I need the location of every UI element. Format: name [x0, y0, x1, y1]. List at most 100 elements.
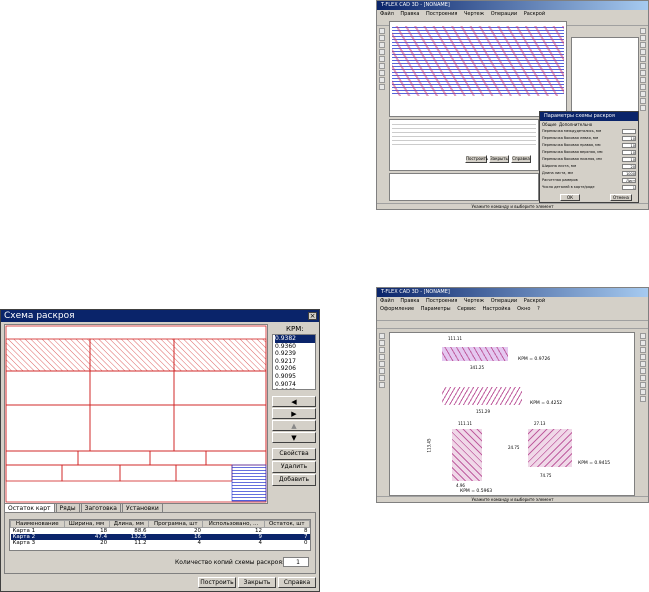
- cancel-button[interactable]: Отмена: [610, 194, 632, 201]
- tool-icon[interactable]: [640, 354, 646, 360]
- tool-icon[interactable]: [379, 368, 385, 374]
- menu-item[interactable]: Операции: [491, 298, 517, 304]
- build-button[interactable]: Построить: [465, 155, 488, 163]
- tool-icon[interactable]: [640, 375, 646, 381]
- column-header[interactable]: Использовано, ...: [202, 520, 265, 528]
- tool-icon[interactable]: [379, 63, 385, 69]
- tab-blank[interactable]: Заготовка: [80, 503, 121, 512]
- menu-item[interactable]: ?: [537, 306, 540, 312]
- tool-icon[interactable]: [379, 361, 385, 367]
- tool-icon[interactable]: [640, 56, 646, 62]
- tab-general[interactable]: Общие: [542, 122, 556, 127]
- menu-item[interactable]: Оформление: [380, 306, 414, 312]
- menu-item[interactable]: Построения: [426, 11, 457, 17]
- column-header[interactable]: Ширина, мм: [63, 520, 110, 528]
- kpm-list-item[interactable]: 0.9095: [275, 373, 315, 381]
- tool-icon[interactable]: [640, 368, 646, 374]
- menu-item[interactable]: Сервис: [457, 306, 476, 312]
- tool-icon[interactable]: [379, 49, 385, 55]
- tool-icon[interactable]: [379, 333, 385, 339]
- tab-settings[interactable]: Установки: [121, 503, 163, 512]
- arrow-right-button[interactable]: ▶: [272, 408, 316, 419]
- param-input[interactable]: 1000: [622, 171, 636, 176]
- nested-drawing-area[interactable]: [389, 21, 567, 117]
- tool-icon[interactable]: [640, 84, 646, 90]
- menu-item[interactable]: Файл: [380, 298, 394, 304]
- menu-item[interactable]: Построения: [426, 298, 457, 304]
- tool-icon[interactable]: [640, 333, 646, 339]
- kpm-list-item[interactable]: 0.9382: [275, 335, 315, 343]
- add-button[interactable]: Добавить: [272, 474, 316, 486]
- param-input[interactable]: 10: [622, 143, 636, 148]
- column-header[interactable]: Длина, мм: [108, 520, 150, 528]
- close-button[interactable]: Закрыть: [489, 155, 509, 163]
- arrow-left-button[interactable]: ◀: [272, 396, 316, 407]
- column-header[interactable]: Програмна, шт: [148, 520, 204, 528]
- kpm-list-item[interactable]: 0.9206: [275, 365, 315, 373]
- tool-icon[interactable]: [640, 340, 646, 346]
- tool-icon[interactable]: [640, 361, 646, 367]
- kpm-list-item[interactable]: 0.9239: [275, 350, 315, 358]
- kpm-list-item[interactable]: 0.9074: [275, 381, 315, 389]
- tool-icon[interactable]: [379, 42, 385, 48]
- tool-icon[interactable]: [379, 375, 385, 381]
- menu-item[interactable]: Раскрой: [524, 298, 545, 304]
- help-button[interactable]: Справка: [511, 155, 531, 163]
- tool-icon[interactable]: [640, 105, 646, 111]
- help-button[interactable]: Справка: [278, 577, 316, 588]
- kpm-list-item[interactable]: 0.9063: [275, 388, 315, 389]
- menu-item[interactable]: Раскрой: [524, 11, 545, 17]
- menu-item[interactable]: Правка: [400, 298, 419, 304]
- close-icon[interactable]: ×: [308, 312, 317, 320]
- menu-item[interactable]: Файл: [380, 11, 394, 17]
- tool-icon[interactable]: [640, 49, 646, 55]
- tool-icon[interactable]: [640, 396, 646, 402]
- tool-icon[interactable]: [379, 56, 385, 62]
- drawing-area[interactable]: 111.11 341.25 КРМ = 0.9726 151.29 КРМ = …: [389, 332, 635, 496]
- tab-rows[interactable]: Ряды: [55, 503, 80, 512]
- param-input[interactable]: Лист: [622, 178, 636, 183]
- tool-icon[interactable]: [379, 84, 385, 90]
- ok-button[interactable]: ОК: [560, 194, 580, 201]
- column-header[interactable]: Наименование: [10, 520, 65, 528]
- tool-icon[interactable]: [640, 63, 646, 69]
- tool-icon[interactable]: [379, 382, 385, 388]
- param-input[interactable]: [622, 129, 636, 134]
- menu-item[interactable]: Чертеж: [464, 11, 484, 17]
- tool-icon[interactable]: [379, 28, 385, 34]
- tool-icon[interactable]: [379, 35, 385, 41]
- table-row[interactable]: Карта 3 20 11.2 4 4 0: [11, 540, 310, 546]
- menu-item[interactable]: Окно: [517, 306, 530, 312]
- param-input[interactable]: 10: [622, 150, 636, 155]
- tool-icon[interactable]: [379, 340, 385, 346]
- build-button[interactable]: Построить: [198, 577, 236, 588]
- tab-extra[interactable]: Дополнительно: [559, 122, 592, 127]
- menu-item[interactable]: Чертеж: [464, 298, 484, 304]
- arrow-down-button[interactable]: ▼: [272, 432, 316, 443]
- param-input[interactable]: 1: [622, 185, 636, 190]
- tool-icon[interactable]: [379, 77, 385, 83]
- close-button[interactable]: Закрыть: [238, 577, 276, 588]
- arrow-up-button[interactable]: ▲: [272, 420, 316, 431]
- nesting-preview[interactable]: [4, 324, 268, 504]
- menu-item[interactable]: Параметры: [421, 306, 451, 312]
- properties-button[interactable]: Свойства: [272, 448, 316, 460]
- tool-icon[interactable]: [640, 28, 646, 34]
- tool-icon[interactable]: [640, 389, 646, 395]
- tool-icon[interactable]: [640, 98, 646, 104]
- tool-icon[interactable]: [379, 354, 385, 360]
- copies-stepper[interactable]: 1: [283, 557, 309, 567]
- tool-icon[interactable]: [640, 91, 646, 97]
- tool-icon[interactable]: [379, 70, 385, 76]
- tool-icon[interactable]: [640, 77, 646, 83]
- kpm-list-item[interactable]: 0.9217: [275, 358, 315, 366]
- kpm-list[interactable]: 0.9382 0.9360 0.9239 0.9217 0.9206 0.9095 0.90…: [272, 334, 316, 390]
- menu-item[interactable]: Настройка: [483, 306, 511, 312]
- kpm-list-item[interactable]: 0.9360: [275, 343, 315, 351]
- delete-button[interactable]: Удалить: [272, 461, 316, 473]
- tool-icon[interactable]: [379, 347, 385, 353]
- param-input[interactable]: 10: [622, 136, 636, 141]
- tool-icon[interactable]: [640, 382, 646, 388]
- param-input[interactable]: 10: [622, 157, 636, 162]
- tool-icon[interactable]: [640, 347, 646, 353]
